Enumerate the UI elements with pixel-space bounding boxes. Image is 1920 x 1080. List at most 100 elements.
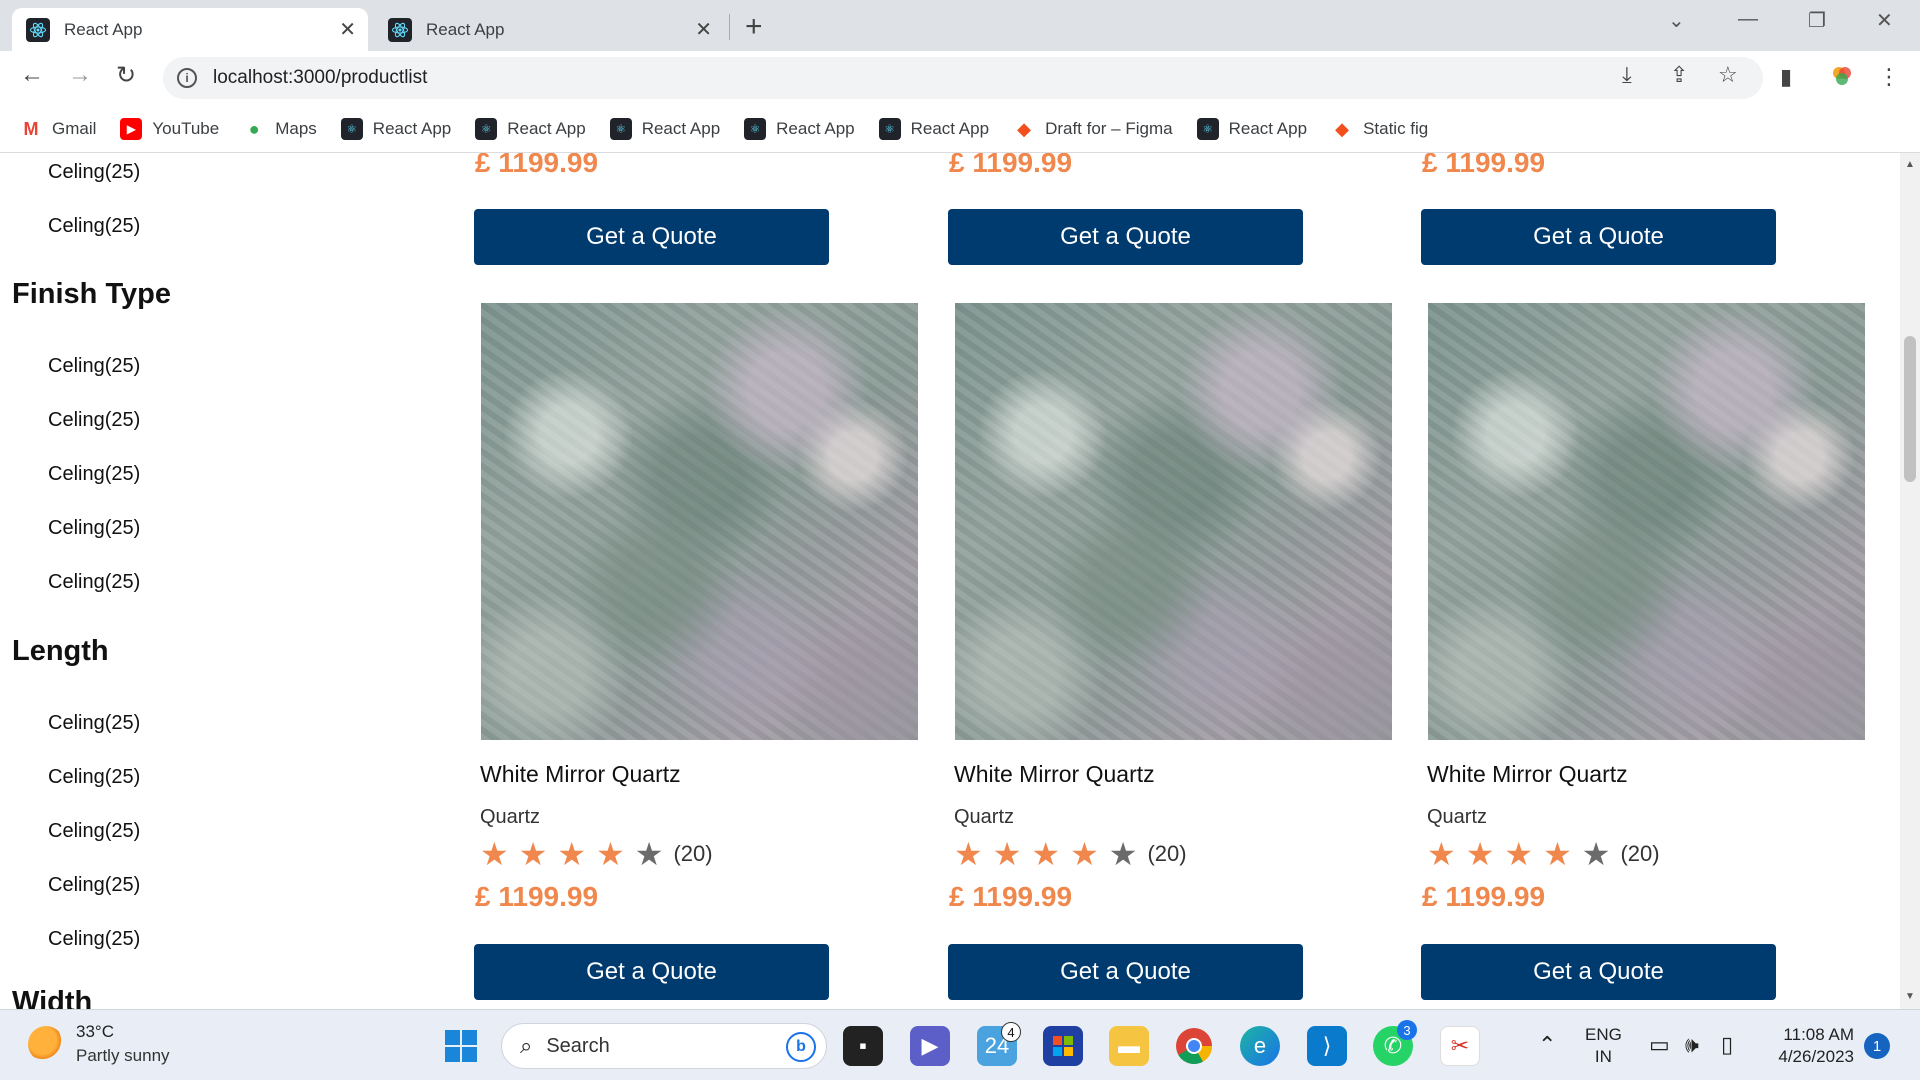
menu-kebab-icon[interactable]: ⋮ [1878, 64, 1900, 90]
bookmark-item[interactable]: ⚛ React App [1196, 118, 1307, 140]
star-filled-icon: ★ [992, 836, 1022, 872]
vscode-icon[interactable]: ⟩ [1307, 1026, 1347, 1066]
product-image[interactable] [1428, 303, 1865, 740]
teams-chat-icon[interactable]: ▶ [910, 1026, 950, 1066]
filter-option[interactable]: Celing(25) [48, 874, 140, 897]
filter-option[interactable]: Celing(25) [48, 820, 140, 843]
bookmark-item[interactable]: ⚛ React App [340, 118, 451, 140]
star-filled-icon: ★ [1031, 836, 1061, 872]
filter-option[interactable]: Celing(25) [48, 712, 140, 735]
product-name[interactable]: White Mirror Quartz [1427, 761, 1628, 788]
tab-react-app-1[interactable]: React App ✕ [12, 8, 368, 51]
get-quote-button[interactable]: Get a Quote [474, 209, 829, 265]
bookmark-item[interactable]: ▶ YouTube [120, 118, 219, 140]
weather-description[interactable]: Partly sunny [76, 1046, 170, 1066]
get-quote-button[interactable]: Get a Quote [474, 944, 829, 1000]
chrome-icon[interactable] [1174, 1026, 1214, 1066]
star-filled-icon: ★ [1427, 836, 1456, 872]
get-quote-button[interactable]: Get a Quote [948, 944, 1303, 1000]
whatsapp-badge: 3 [1397, 1020, 1417, 1040]
weather-sun-icon[interactable] [28, 1026, 64, 1062]
snipping-tool-icon[interactable]: ✂ [1440, 1026, 1480, 1066]
get-quote-button[interactable]: Get a Quote [1421, 209, 1776, 265]
product-price: £ 1199.99 [949, 153, 1073, 178]
task-view-icon[interactable]: ▪ [843, 1026, 883, 1066]
react-icon: ⚛ [878, 118, 901, 140]
share-icon[interactable]: ⇪ [1670, 62, 1688, 88]
bookmark-item[interactable]: ⚛ React App [744, 118, 855, 140]
tab-title: React App [426, 19, 505, 39]
language-indicator[interactable]: ENG IN [1585, 1024, 1622, 1068]
bing-icon[interactable]: b [786, 1032, 816, 1062]
scroll-up-icon[interactable]: ▲ [1905, 159, 1915, 170]
star-filled-icon: ★ [954, 836, 983, 872]
filter-option[interactable]: Celing(25) [48, 409, 140, 432]
close-tab-icon[interactable]: ✕ [695, 17, 712, 42]
react-icon: ⚛ [1196, 118, 1219, 140]
filter-option[interactable]: Celing(25) [48, 161, 140, 184]
language-line-2: IN [1594, 1047, 1612, 1066]
clock-time: 11:08 AM [1783, 1025, 1854, 1044]
product-name[interactable]: White Mirror Quartz [954, 761, 1155, 788]
maps-icon: ● [248, 118, 260, 139]
filter-heading-finish-type: Finish Type [12, 278, 171, 310]
page-scrollbar[interactable]: ▲ ▼ [1900, 153, 1920, 1009]
tab-search-icon[interactable]: ⌄ [1668, 8, 1685, 33]
install-app-icon[interactable]: ⤓ [1622, 62, 1632, 88]
side-panel-icon[interactable]: ▮ [1780, 64, 1792, 90]
windows-start-icon[interactable] [441, 1026, 481, 1066]
site-info-icon[interactable]: i [177, 68, 197, 88]
filter-option[interactable]: Celing(25) [48, 517, 140, 540]
get-quote-button[interactable]: Get a Quote [1421, 944, 1776, 1000]
file-explorer-icon[interactable]: ▬ [1109, 1026, 1149, 1066]
bookmark-item[interactable]: M Gmail [20, 118, 97, 140]
edge-icon[interactable]: e [1240, 1026, 1280, 1066]
product-name[interactable]: White Mirror Quartz [480, 761, 681, 788]
windows-taskbar: 33°C Partly sunny ⌕ Search b ▪ ▶ 24 4 ▬ … [0, 1009, 1920, 1080]
react-icon: ⚛ [609, 118, 632, 140]
bookmark-star-icon[interactable]: ☆ [1718, 62, 1738, 88]
show-hidden-icons-chevron[interactable]: ⌃ [1538, 1032, 1556, 1058]
filter-option[interactable]: Celing(25) [48, 355, 140, 378]
scrollbar-thumb[interactable] [1904, 336, 1916, 482]
filter-option[interactable]: Celing(25) [48, 463, 140, 486]
bookmark-item[interactable]: ● Maps [243, 118, 317, 140]
battery-icon[interactable]: ▯ [1721, 1032, 1733, 1058]
bookmark-item[interactable]: ⚛ React App [878, 118, 989, 140]
get-quote-button[interactable]: Get a Quote [948, 209, 1303, 265]
back-button[interactable]: ← [20, 61, 44, 89]
minimize-button[interactable]: — [1738, 8, 1758, 31]
filter-option[interactable]: Celing(25) [48, 928, 140, 951]
microsoft-store-icon[interactable] [1043, 1026, 1083, 1066]
bookmark-item[interactable]: ◆ Draft for – Figma [1013, 118, 1172, 140]
star-filled-icon: ★ [1465, 836, 1495, 872]
network-icon[interactable]: ▭ [1649, 1032, 1670, 1058]
volume-icon[interactable]: 🕪 [1685, 1032, 1699, 1058]
filter-option[interactable]: Celing(25) [48, 571, 140, 594]
product-image[interactable] [481, 303, 918, 740]
filter-option[interactable]: Celing(25) [48, 766, 140, 789]
product-image[interactable] [955, 303, 1392, 740]
weather-temperature[interactable]: 33°C [76, 1022, 114, 1042]
gmail-icon: M [23, 118, 39, 139]
scroll-down-icon[interactable]: ▼ [1905, 991, 1915, 1002]
notification-badge[interactable]: 1 [1864, 1033, 1890, 1059]
product-price: £ 1199.99 [1422, 881, 1546, 912]
bookmark-item[interactable]: ◆ Static fig [1331, 118, 1428, 140]
extension-icon[interactable] [1830, 64, 1854, 94]
bookmark-item[interactable]: ⚛ React App [609, 118, 720, 140]
star-filled-icon: ★ [518, 836, 548, 872]
filter-option[interactable]: Celing(25) [48, 215, 140, 238]
reload-button[interactable]: ↻ [116, 61, 136, 90]
new-tab-button[interactable]: + [745, 10, 763, 44]
review-count: (20) [1147, 841, 1187, 866]
tab-react-app-2[interactable]: React App ✕ [374, 8, 724, 51]
address-bar[interactable]: i localhost:3000/productlist [163, 57, 1763, 99]
close-window-button[interactable]: ✕ [1876, 8, 1893, 33]
restore-button[interactable]: ❐ [1808, 8, 1826, 33]
close-tab-icon[interactable]: ✕ [339, 17, 356, 42]
forward-button[interactable]: → [68, 61, 92, 89]
taskbar-search[interactable]: ⌕ Search b [501, 1023, 827, 1069]
clock[interactable]: 11:08 AM 4/26/2023 [1770, 1024, 1854, 1068]
bookmark-item[interactable]: ⚛ React App [475, 118, 586, 140]
